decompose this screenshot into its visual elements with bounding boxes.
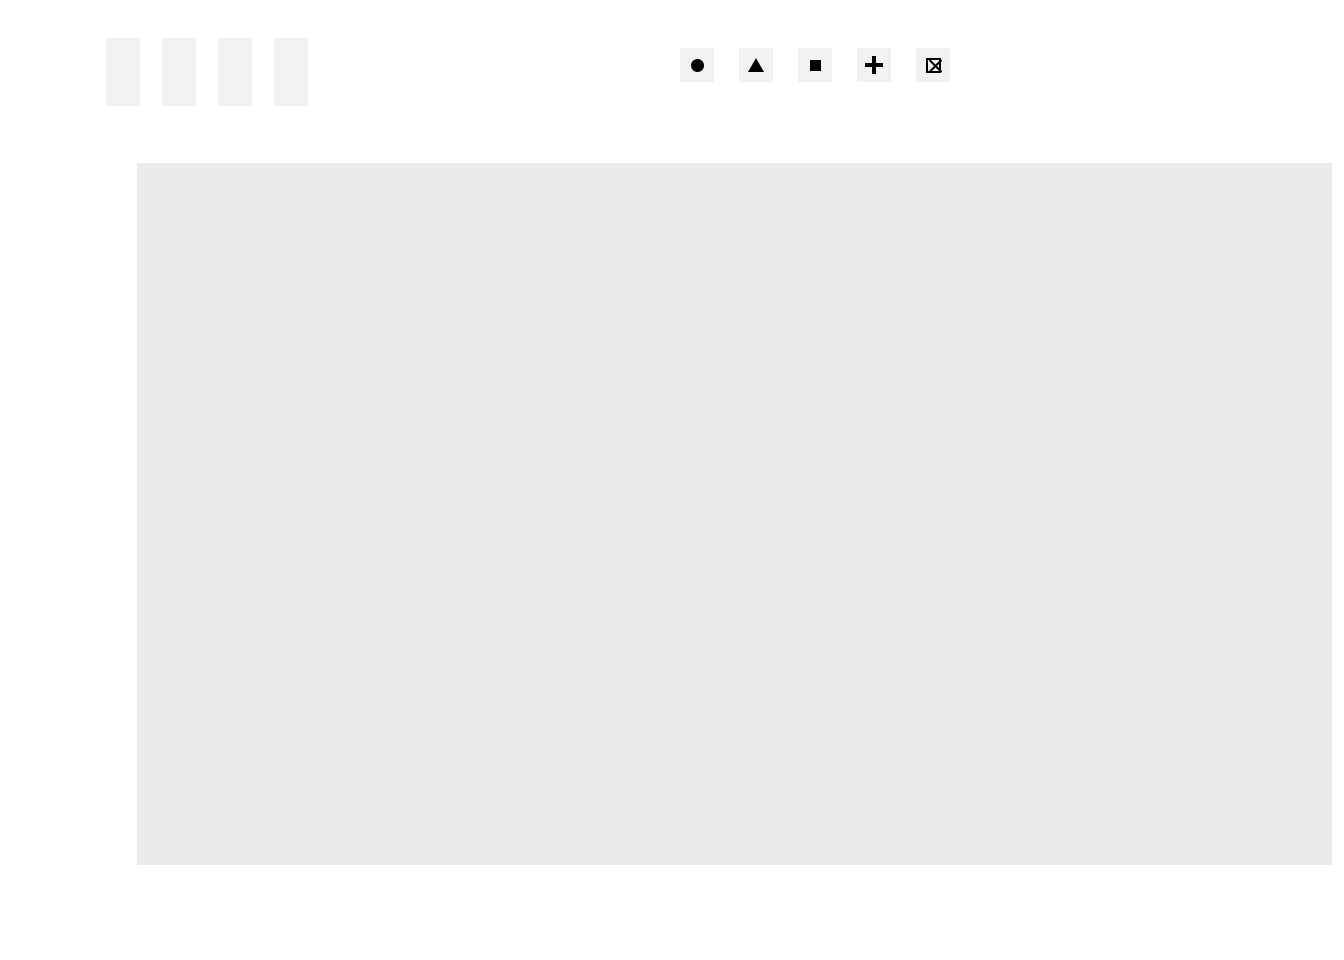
clarity-key-icon-VS1	[218, 38, 252, 72]
circle-icon	[680, 48, 714, 82]
legend-clarity-row-2	[106, 72, 330, 106]
plus-icon	[857, 48, 891, 82]
legend-item-Fair[interactable]	[680, 48, 739, 82]
scatter-plot-figure	[0, 0, 1344, 960]
legend-item-SI2[interactable]	[106, 72, 162, 106]
clarity-key-icon-SI2	[106, 72, 140, 106]
clarity-key-icon-SI1	[162, 38, 196, 72]
legend-item-VVS1[interactable]	[274, 38, 330, 72]
legend-item-IF[interactable]	[274, 72, 330, 106]
legend-item-VS1[interactable]	[218, 38, 274, 72]
clarity-key-icon-VS2	[162, 72, 196, 106]
legend-item-VVS2[interactable]	[218, 72, 274, 106]
crossed-square-icon	[916, 48, 950, 82]
legend-item-I1[interactable]	[106, 38, 162, 72]
plot-panel	[137, 163, 1332, 865]
legend-item-SI1[interactable]	[162, 38, 218, 72]
legend-clarity-row-1	[106, 38, 330, 72]
clarity-key-icon-IF	[274, 72, 308, 106]
legend-item-Premium[interactable]	[857, 48, 916, 82]
clarity-key-icon-VVS1	[274, 38, 308, 72]
legend-clarity	[98, 38, 330, 106]
data-points-layer	[137, 163, 1332, 865]
square-icon	[798, 48, 832, 82]
legend-item-Ideal[interactable]	[916, 48, 975, 82]
legend-cut	[672, 48, 975, 82]
triangle-icon	[739, 48, 773, 82]
legend-cut-keys	[680, 48, 975, 82]
legend-area	[0, 18, 1344, 128]
clarity-key-icon-I1	[106, 38, 140, 72]
legend-item-Good[interactable]	[739, 48, 798, 82]
legend-item-VS2[interactable]	[162, 72, 218, 106]
legend-clarity-keys	[106, 38, 330, 106]
legend-item-VeryGood[interactable]	[798, 48, 857, 82]
clarity-key-icon-VVS2	[218, 72, 252, 106]
